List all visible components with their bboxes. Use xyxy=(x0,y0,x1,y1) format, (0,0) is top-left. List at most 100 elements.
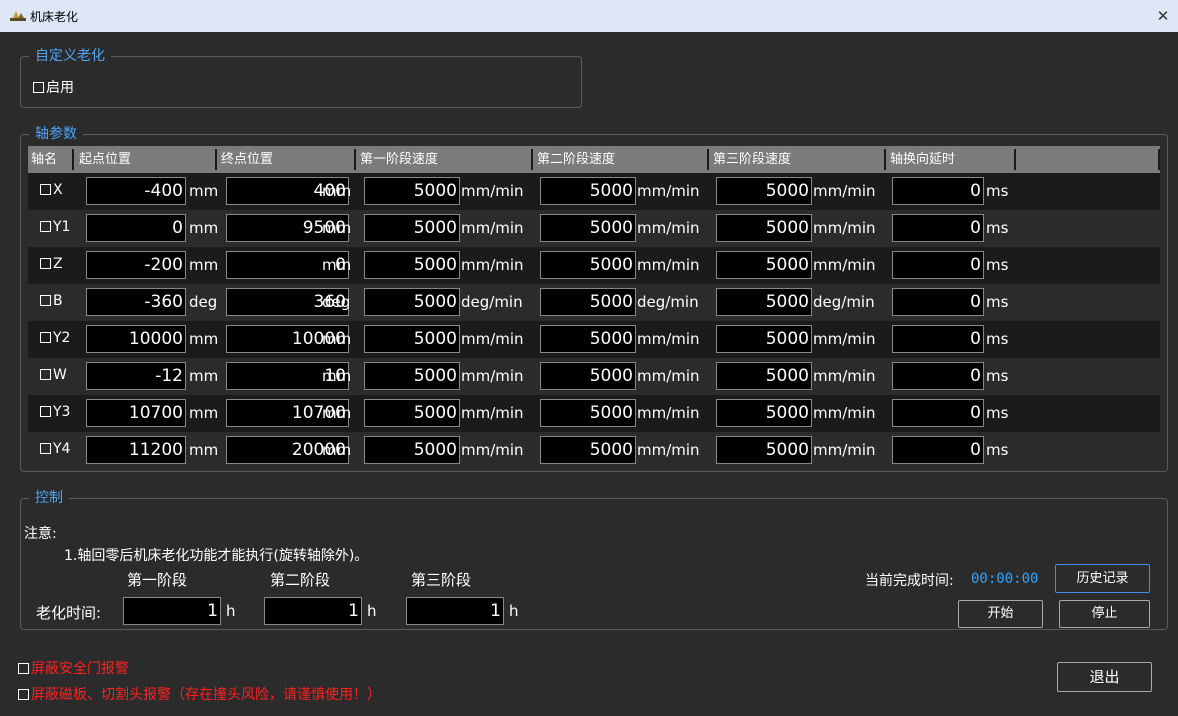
start-position-input[interactable]: 11200 xyxy=(86,436,186,464)
stage2-speed-input[interactable]: 5000 xyxy=(540,325,636,353)
unit-label: deg/min xyxy=(637,293,699,311)
unit-label: mm xyxy=(322,219,352,237)
start-button[interactable]: 开始 xyxy=(958,600,1043,628)
axis-checkbox[interactable]: Y4 xyxy=(40,441,70,457)
stop-button[interactable]: 停止 xyxy=(1059,600,1150,628)
stage1-speed-input[interactable]: 5000 xyxy=(364,288,460,316)
axis-name: X xyxy=(53,182,63,198)
start-position-input[interactable]: 10700 xyxy=(86,399,186,427)
start-position-input[interactable]: -360 xyxy=(86,288,186,316)
axis-checkbox[interactable]: W xyxy=(40,367,67,383)
axis-checkbox[interactable]: Y3 xyxy=(40,404,70,420)
checkbox-icon xyxy=(18,663,29,674)
stage1-time-input[interactable]: 1 xyxy=(123,597,221,625)
history-button[interactable]: 历史记录 xyxy=(1055,564,1150,593)
stage3-speed-input[interactable]: 5000 xyxy=(716,251,812,279)
reverse-delay-input[interactable]: 0 xyxy=(892,288,984,316)
stage1-speed-input[interactable]: 5000 xyxy=(364,325,460,353)
axis-checkbox[interactable]: Z xyxy=(40,256,63,272)
stage2-time-input[interactable]: 1 xyxy=(264,597,362,625)
stage1-speed-input[interactable]: 5000 xyxy=(364,251,460,279)
axis-checkbox[interactable]: Y2 xyxy=(40,330,70,346)
reverse-delay-input[interactable]: 0 xyxy=(892,436,984,464)
unit-label: mm/min xyxy=(813,367,876,385)
stage3-speed-input[interactable]: 5000 xyxy=(716,399,812,427)
enable-checkbox[interactable]: 启用 xyxy=(33,77,74,97)
checkbox-icon xyxy=(40,258,51,269)
header-separator xyxy=(1014,149,1016,170)
unit-label: mm/min xyxy=(637,330,700,348)
stage1-speed-input[interactable]: 5000 xyxy=(364,214,460,242)
stage3-speed-input[interactable]: 5000 xyxy=(716,177,812,205)
axis-checkbox[interactable]: X xyxy=(40,182,63,198)
header-speed1: 第一阶段速度 xyxy=(360,152,439,167)
table-row: Y2 10000 mm 10000 mm 5000 mm/min 5000 mm/min 5000… xyxy=(28,321,1160,358)
stage3-time-unit: h xyxy=(509,602,519,620)
start-position-input[interactable]: -12 xyxy=(86,362,186,390)
current-time-label: 当前完成时间: xyxy=(865,573,954,589)
unit-label: mm xyxy=(189,256,219,274)
exit-button[interactable]: 退出 xyxy=(1057,662,1152,692)
tool-alarm-checkbox[interactable]: 屏蔽磁板、切割头报警（存在撞头风险，请谨慎使用！） xyxy=(18,684,381,704)
axis-name: Z xyxy=(53,256,63,272)
stage1-speed-input[interactable]: 5000 xyxy=(364,362,460,390)
stage2-speed-input[interactable]: 5000 xyxy=(540,436,636,464)
stage3-time-input[interactable]: 1 xyxy=(406,597,504,625)
unit-label: mm xyxy=(322,441,352,459)
axis-checkbox[interactable]: B xyxy=(40,293,63,309)
unit-label: mm xyxy=(322,367,352,385)
unit-label: mm xyxy=(189,330,219,348)
header-separator xyxy=(531,149,533,170)
custom-aging-group: 自定义老化 启用 xyxy=(20,47,582,108)
start-position-input[interactable]: 0 xyxy=(86,214,186,242)
reverse-delay-input[interactable]: 0 xyxy=(892,251,984,279)
unit-label: mm/min xyxy=(813,182,876,200)
axis-name: Y2 xyxy=(53,330,71,346)
door-alarm-checkbox[interactable]: 屏蔽安全门报警 xyxy=(18,658,129,678)
unit-label: mm xyxy=(322,404,352,422)
stage3-speed-input[interactable]: 5000 xyxy=(716,362,812,390)
unit-label: deg xyxy=(322,293,351,311)
stage3-speed-input[interactable]: 5000 xyxy=(716,288,812,316)
unit-label: mm/min xyxy=(637,256,700,274)
door-alarm-label: 屏蔽安全门报警 xyxy=(31,661,129,677)
stage1-speed-input[interactable]: 5000 xyxy=(364,177,460,205)
stage3-speed-input[interactable]: 5000 xyxy=(716,325,812,353)
reverse-delay-input[interactable]: 0 xyxy=(892,399,984,427)
axis-checkbox[interactable]: Y1 xyxy=(40,219,70,235)
reverse-delay-input[interactable]: 0 xyxy=(892,177,984,205)
stage2-speed-input[interactable]: 5000 xyxy=(540,214,636,242)
unit-label: mm/min xyxy=(461,367,524,385)
stage3-speed-input[interactable]: 5000 xyxy=(716,436,812,464)
unit-label: mm/min xyxy=(461,330,524,348)
note-label: 注意: xyxy=(24,526,57,542)
unit-label: deg/min xyxy=(813,293,875,311)
checkbox-icon xyxy=(40,332,51,343)
unit-label: mm xyxy=(189,182,219,200)
stage2-speed-input[interactable]: 5000 xyxy=(540,399,636,427)
stage2-speed-input[interactable]: 5000 xyxy=(540,251,636,279)
stage1-speed-input[interactable]: 5000 xyxy=(364,436,460,464)
start-position-input[interactable]: -400 xyxy=(86,177,186,205)
unit-label: mm/min xyxy=(461,182,524,200)
stage2-speed-input[interactable]: 5000 xyxy=(540,288,636,316)
close-icon[interactable]: ✕ xyxy=(1148,0,1178,32)
stage2-speed-input[interactable]: 5000 xyxy=(540,362,636,390)
checkbox-icon xyxy=(33,82,44,93)
unit-label: mm xyxy=(189,367,219,385)
stage2-time-unit: h xyxy=(367,602,377,620)
reverse-delay-input[interactable]: 0 xyxy=(892,325,984,353)
start-position-input[interactable]: -200 xyxy=(86,251,186,279)
unit-label: mm xyxy=(189,441,219,459)
unit-label: mm xyxy=(322,182,352,200)
unit-label: mm/min xyxy=(461,219,524,237)
reverse-delay-input[interactable]: 0 xyxy=(892,362,984,390)
reverse-delay-input[interactable]: 0 xyxy=(892,214,984,242)
unit-label: mm/min xyxy=(461,256,524,274)
start-position-input[interactable]: 10000 xyxy=(86,325,186,353)
stage1-speed-input[interactable]: 5000 xyxy=(364,399,460,427)
stage3-speed-input[interactable]: 5000 xyxy=(716,214,812,242)
unit-label: ms xyxy=(986,293,1009,311)
stage2-speed-input[interactable]: 5000 xyxy=(540,177,636,205)
stage2-label: 第二阶段 xyxy=(270,571,331,589)
